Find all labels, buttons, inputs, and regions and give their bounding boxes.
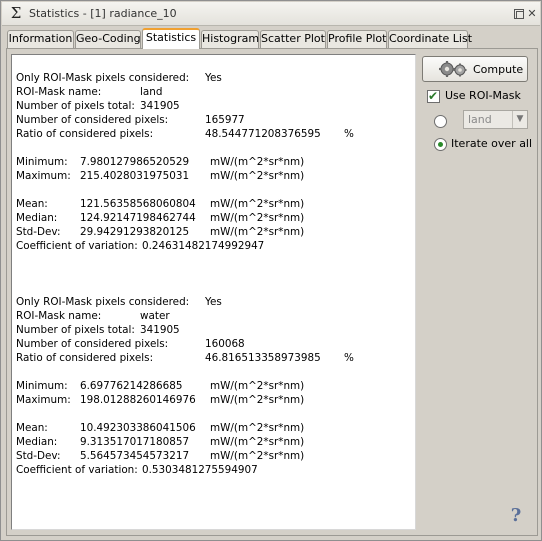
pixels-total-label: Number of pixels total: [16,100,135,112]
tab-scatter-plot[interactable]: Scatter Plot [260,30,326,48]
radio-selected-dot [438,142,443,147]
stddev-unit: mW/(m^2*sr*nm) [210,226,305,238]
compute-button[interactable]: Compute [422,56,528,82]
compute-label: Compute [473,63,524,76]
roi-name-label: ROI-Mask name: [16,310,102,322]
only-roi-value: Yes [205,296,222,308]
considered-pixels-label: Number of considered pixels: [16,338,169,350]
ratio-value: 46.816513358973985 [205,352,321,364]
minimum-value: 7.980127986520529 [80,156,190,168]
statistics-window: Σ Statistics - [1] radiance_10 ✕ Informa… [0,0,542,541]
cv-label: Coefficient of variation: [16,464,138,476]
stddev-unit: mW/(m^2*sr*nm) [210,450,305,462]
statistics-panel: Only ROI-Mask pixels considered: Yes ROI… [6,48,538,536]
gears-icon [439,61,467,77]
close-icon[interactable]: ✕ [527,8,537,19]
sigma-icon: Σ [10,4,22,22]
tab-profile-plot[interactable]: Profile Plot [327,30,387,48]
ratio-percent: % [344,128,354,140]
median-value: 124.92147198462744 [80,212,196,224]
help-icon[interactable]: ? [508,506,524,526]
roi-name-value: land [140,86,163,98]
maximum-label: Maximum: [16,170,71,182]
chevron-down-icon: ▼ [512,111,527,128]
pixels-total-value: 341905 [140,100,180,112]
considered-pixels-value: 160068 [205,338,245,350]
minimum-value: 6.69776214286685 [80,380,183,392]
maximum-label: Maximum: [16,394,71,406]
minimum-label: Minimum: [16,380,68,392]
mean-label: Mean: [16,198,48,210]
median-label: Median: [16,212,58,224]
only-roi-label: Only ROI-Mask pixels considered: [16,296,190,308]
pixels-total-label: Number of pixels total: [16,324,135,336]
only-roi-value: Yes [205,72,222,84]
median-value: 9.313517017180857 [80,436,190,448]
mean-unit: mW/(m^2*sr*nm) [210,198,305,210]
ratio-label: Ratio of considered pixels: [16,128,154,140]
statistics-text-area[interactable]: Only ROI-Mask pixels considered: Yes ROI… [11,54,416,530]
considered-pixels-label: Number of considered pixels: [16,114,169,126]
median-unit: mW/(m^2*sr*nm) [210,212,305,224]
use-roi-mask-label: Use ROI-Mask [445,89,521,102]
stddev-label: Std-Dev: [16,226,61,238]
mean-value: 121.56358568060804 [80,198,196,210]
roi-name-label: ROI-Mask name: [16,86,102,98]
roi-select-radio[interactable] [434,115,447,128]
pixels-total-value: 341905 [140,324,180,336]
cv-value: 0.5303481275594907 [142,464,258,476]
maximum-value: 198.01288260146976 [80,394,196,406]
tab-coordinate-list[interactable]: Coordinate List [388,30,472,48]
iterate-over-all-label: Iterate over all [451,137,533,150]
stddev-value: 29.94291293820125 [80,226,190,238]
ratio-label: Ratio of considered pixels: [16,352,154,364]
roi-mask-select[interactable]: land ▼ [463,110,528,129]
tab-information[interactable]: Information [7,30,74,48]
roi-mask-select-value: land [468,113,492,126]
cv-label: Coefficient of variation: [16,240,138,252]
tab-histogram[interactable]: Histogram [201,30,259,48]
title-bar[interactable]: Σ Statistics - [1] radiance_10 ✕ [2,2,540,26]
restore-icon[interactable] [514,9,524,19]
maximum-unit: mW/(m^2*sr*nm) [210,170,305,182]
use-roi-mask-checkbox[interactable]: ✔ [427,89,440,103]
mean-value: 10.492303386041506 [80,422,196,434]
minimum-unit: mW/(m^2*sr*nm) [210,156,305,168]
stddev-label: Std-Dev: [16,450,61,462]
only-roi-label: Only ROI-Mask pixels considered: [16,72,190,84]
window-title: Statistics - [1] radiance_10 [29,7,177,20]
median-unit: mW/(m^2*sr*nm) [210,436,305,448]
tab-statistics[interactable]: Statistics [142,28,200,49]
ratio-value: 48.544771208376595 [205,128,321,140]
cv-value: 0.24631482174992947 [142,240,265,252]
stddev-value: 5.564573454573217 [80,450,190,462]
maximum-value: 215.4028031975031 [80,170,190,182]
mean-label: Mean: [16,422,48,434]
minimum-label: Minimum: [16,156,68,168]
check-icon: ✔ [428,89,439,103]
iterate-over-all-radio[interactable] [434,138,447,151]
mean-unit: mW/(m^2*sr*nm) [210,422,305,434]
median-label: Median: [16,436,58,448]
considered-pixels-value: 165977 [205,114,245,126]
maximum-unit: mW/(m^2*sr*nm) [210,394,305,406]
tab-geo-coding[interactable]: Geo-Coding [75,30,141,48]
minimum-unit: mW/(m^2*sr*nm) [210,380,305,392]
ratio-percent: % [344,352,354,364]
roi-name-value: water [140,310,170,322]
